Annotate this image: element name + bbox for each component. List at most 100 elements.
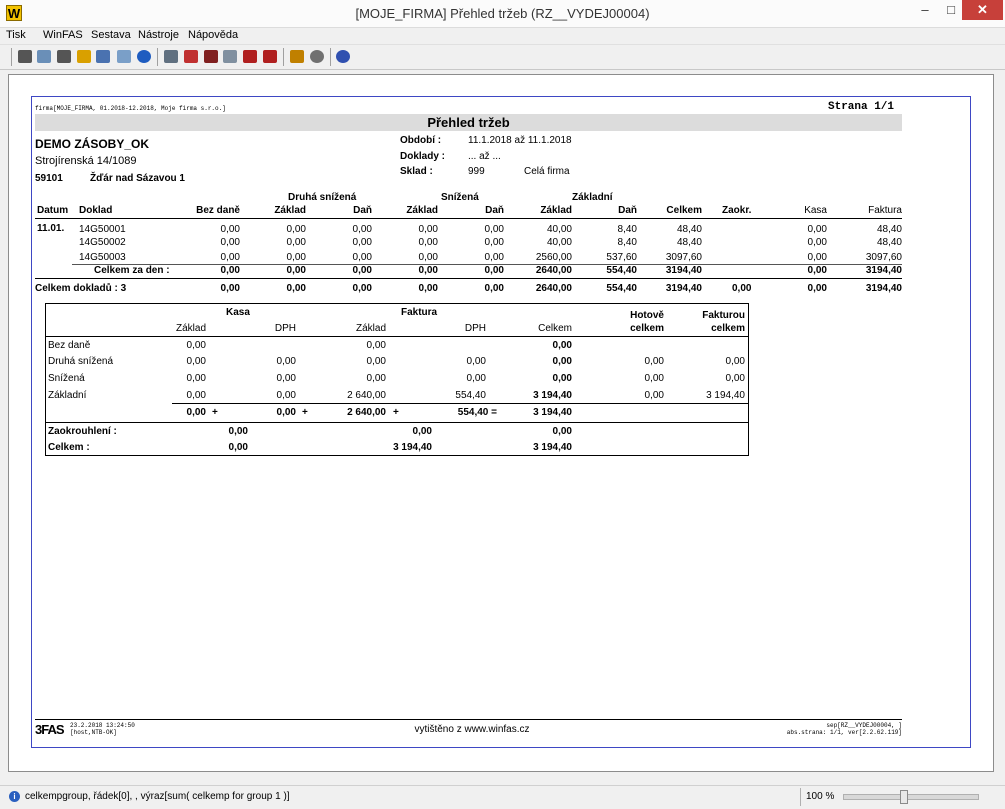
footer-printed: vytištěno z www.winfas.cz: [414, 724, 530, 735]
col-celkem: Celkem: [666, 205, 702, 216]
cell: 0,00: [412, 426, 432, 437]
col-doklad: Doklad: [79, 205, 113, 216]
docs-label: Doklady :: [400, 151, 446, 162]
report-canvas[interactable]: firma[MOJE_FIRMA, 01.2018-12.2018, Moje …: [8, 74, 994, 772]
settings-icon[interactable]: [310, 50, 324, 63]
toolbar-separator: [283, 48, 284, 66]
mail-icon[interactable]: [290, 50, 304, 63]
print-preview-icon[interactable]: [37, 50, 51, 63]
col-druha-zaklad: Základ: [274, 205, 306, 216]
cell: 0,00: [552, 426, 572, 437]
cell: 0,00: [220, 283, 240, 294]
print-icon[interactable]: [18, 50, 32, 63]
cell: 2640,00: [535, 283, 572, 294]
info-icon[interactable]: [137, 50, 151, 63]
menu-nastroje[interactable]: Nástroje: [138, 29, 179, 41]
cell: 8,40: [617, 237, 637, 248]
cell: 0,00: [644, 356, 664, 367]
cell: 3 194,40: [533, 407, 572, 418]
cell: 537,60: [606, 252, 637, 263]
cell: 0,00: [352, 283, 372, 294]
cell: 48,40: [676, 224, 702, 235]
summary-fakturou-2: celkem: [711, 323, 745, 334]
cell: 0,00: [466, 356, 486, 367]
zoom-slider-thumb[interactable]: [900, 790, 908, 804]
cell: 0,00: [286, 265, 306, 276]
company-street: Strojírenská 14/1089: [35, 155, 137, 167]
menu-napoveda[interactable]: Nápověda: [188, 29, 238, 41]
zoom-level: 100 %: [806, 791, 835, 802]
cell: 0,00: [552, 356, 572, 367]
help-icon[interactable]: [336, 50, 350, 63]
summary-sub-dph-f: DPH: [464, 323, 486, 334]
summary-hotove-2: celkem: [630, 323, 664, 334]
cell: 3 194,40: [533, 390, 572, 401]
col-zaokr: Zaokr.: [722, 205, 752, 216]
col-datum: Datum: [37, 205, 69, 216]
cell: 0,00: [552, 373, 572, 384]
zoom-slider-track[interactable]: [843, 794, 979, 800]
footer-rule: [35, 719, 902, 720]
winfas-logo: 3FAS: [35, 722, 65, 737]
summary-total-rule: [45, 422, 749, 423]
title-bar: W [MOJE_FIRMA] Přehled tržeb (RZ__VYDEJ0…: [0, 0, 1005, 28]
printer-setup-icon[interactable]: [57, 50, 71, 63]
menu-tisk[interactable]: Tisk: [6, 29, 26, 41]
store-label: Sklad :: [400, 166, 433, 177]
export-icon[interactable]: [184, 50, 198, 63]
cell: 48,40: [876, 224, 902, 235]
cell: 2 640,00: [347, 407, 386, 418]
menu-sestava[interactable]: Sestava: [91, 29, 131, 41]
cell: 0,00: [186, 373, 206, 384]
cell: 0,00: [286, 283, 306, 294]
cell: 554,40: [455, 390, 486, 401]
page-width-icon[interactable]: [96, 50, 110, 63]
cell: 48,40: [876, 237, 902, 248]
cell: 0,00: [418, 224, 438, 235]
window-title: [MOJE_FIRMA] Přehled tržeb (RZ__VYDEJ000…: [355, 6, 650, 21]
cell: 0,00: [725, 373, 745, 384]
company-zip: 59101: [35, 173, 63, 184]
summary-faktura: Faktura: [401, 307, 438, 318]
pdf-icon[interactable]: [243, 50, 257, 63]
group-druha-snizena: Druhá snížená: [288, 192, 357, 203]
cell: 0,00: [807, 237, 827, 248]
cell: 0,00: [352, 237, 372, 248]
toolbar-separator: [11, 48, 12, 66]
doc-total-label: Celkem dokladů : 3: [35, 283, 127, 294]
cell: 2640,00: [535, 265, 572, 276]
row-doklad: 14G50003: [79, 252, 126, 263]
report-icon[interactable]: [164, 50, 178, 63]
cell: 0,00: [228, 442, 248, 453]
summary-sub-dph: DPH: [274, 323, 296, 334]
cell: 0,00: [418, 237, 438, 248]
table-icon[interactable]: [204, 50, 218, 63]
summary-row-label: Snížená: [48, 373, 85, 384]
company-name: DEMO ZÁSOBY_OK: [35, 137, 150, 151]
hand-icon[interactable]: [77, 50, 91, 63]
close-button[interactable]: ✕: [962, 0, 1003, 20]
group-snizena: Snížená: [441, 192, 479, 203]
cell: 0,00: [807, 252, 827, 263]
cell: 2560,00: [535, 252, 572, 263]
pdf-export-icon[interactable]: [263, 50, 277, 63]
maximize-button[interactable]: □: [938, 0, 964, 20]
cell: 0,00: [352, 224, 372, 235]
menu-winfas[interactable]: WinFAS: [43, 29, 83, 41]
cell: 0,00: [366, 356, 386, 367]
zoom-icon[interactable]: [223, 50, 237, 63]
plus-sign: +: [302, 407, 308, 418]
page-setup-icon[interactable]: [117, 50, 131, 63]
cell: 0,00: [228, 426, 248, 437]
cell: 40,00: [546, 237, 572, 248]
cell: 0,00: [418, 252, 438, 263]
doc-total-rule: [35, 278, 902, 279]
docs-value: ... až ...: [468, 151, 501, 162]
col-faktura: Faktura: [868, 205, 902, 216]
status-text: celkempgroup, řádek[0], , výraz[sum( cel…: [25, 791, 290, 802]
cell: 3 194,40: [393, 442, 432, 453]
minimize-button[interactable]: –: [912, 0, 938, 20]
summary-sub-zaklad: Základ: [175, 323, 206, 334]
cell: 0,00: [286, 237, 306, 248]
period-value: 11.1.2018 až 11.1.2018: [468, 135, 572, 146]
